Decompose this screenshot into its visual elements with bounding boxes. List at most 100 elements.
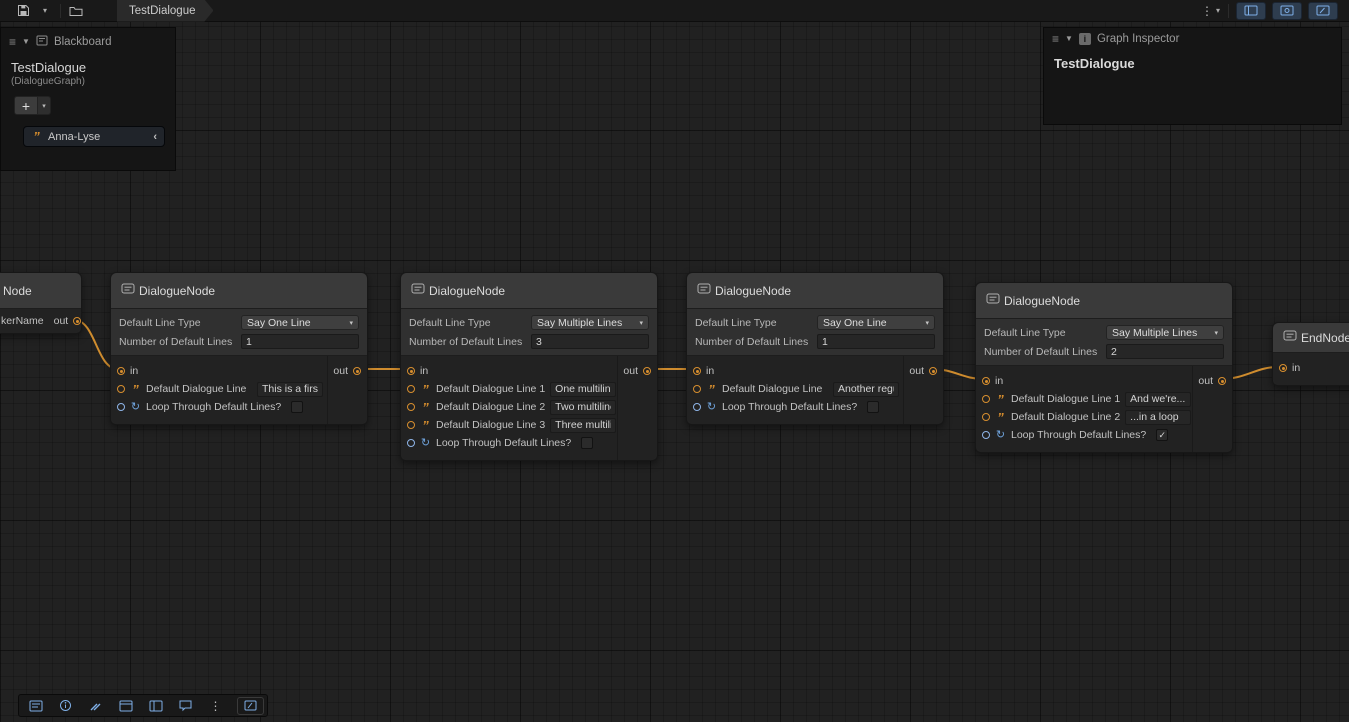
node-title: EndNode [1301, 331, 1349, 345]
blackboard-toggle-button[interactable] [1236, 2, 1266, 20]
line-type-dropdown[interactable]: Say Multiple Lines ▾ [531, 315, 649, 330]
inspector-toggle-button[interactable] [1272, 2, 1302, 20]
node-header[interactable]: DialogueNode [976, 283, 1232, 319]
loop-checkbox[interactable] [581, 437, 593, 449]
quote-icon: ” [995, 411, 1006, 424]
line-count-field[interactable] [531, 334, 649, 349]
save-button[interactable] [13, 2, 33, 20]
dialogue-line-label: Default Dialogue Line 2 [436, 401, 545, 413]
out-port-label: out [909, 365, 924, 377]
in-port[interactable] [407, 367, 415, 375]
out-port[interactable] [1218, 377, 1226, 385]
dropdown-caret-icon: ▾ [639, 319, 643, 327]
add-property-dropdown[interactable]: ▾ [38, 96, 51, 115]
console-button[interactable] [22, 697, 49, 715]
blackboard-item[interactable]: ” Anna-Lyse ‹ [23, 126, 165, 147]
quote-icon: ” [420, 401, 431, 414]
quote-icon: ” [995, 393, 1006, 406]
node-header[interactable]: EndNode [1273, 323, 1349, 353]
window-button[interactable] [112, 697, 139, 715]
dialogue-line-port[interactable] [982, 413, 990, 421]
more-button[interactable]: ⋮ [202, 697, 229, 715]
dialogue-node-1[interactable]: DialogueNode Default Line Type Say One L… [110, 272, 368, 425]
dialogue-node-2[interactable]: DialogueNode Default Line Type Say Multi… [400, 272, 658, 461]
blackboard-button[interactable] [142, 697, 169, 715]
line-count-field[interactable] [1106, 344, 1224, 359]
in-port[interactable] [693, 367, 701, 375]
more-menu-button[interactable]: ⋮ ▾ [1198, 2, 1223, 20]
dialogue-line-port[interactable] [407, 403, 415, 411]
out-port[interactable] [929, 367, 937, 375]
console-icon [29, 700, 43, 712]
out-port-label: out [54, 315, 69, 327]
breadcrumb[interactable]: TestDialogue [117, 0, 213, 22]
loop-port[interactable] [407, 439, 415, 447]
drag-handle-icon[interactable]: ≡ [9, 36, 16, 48]
end-node[interactable]: EndNode in [1272, 322, 1349, 386]
line-count-field[interactable] [241, 334, 359, 349]
foldout-icon[interactable]: ▼ [1065, 35, 1073, 43]
line-type-dropdown[interactable]: Say One Line ▾ [241, 315, 359, 330]
loop-label: Loop Through Default Lines? [146, 401, 281, 413]
line-count-label: Number of Default Lines [695, 336, 817, 348]
dialogue-line-field[interactable] [1125, 392, 1191, 407]
dialogue-node-3[interactable]: DialogueNode Default Line Type Say One L… [686, 272, 944, 425]
loop-checkbox[interactable] [867, 401, 879, 413]
line-type-dropdown[interactable]: Say One Line ▾ [817, 315, 935, 330]
dialogue-line-port[interactable] [982, 395, 990, 403]
dialogue-node-icon [411, 283, 422, 298]
out-port[interactable] [353, 367, 361, 375]
quote-icon: ” [706, 383, 717, 396]
foldout-icon[interactable]: ▼ [22, 38, 30, 46]
out-port-label: out [623, 365, 638, 377]
line-type-dropdown[interactable]: Say Multiple Lines ▾ [1106, 325, 1224, 340]
dialogue-line-port[interactable] [117, 385, 125, 393]
out-port[interactable] [643, 367, 651, 375]
dialogue-node-4[interactable]: DialogueNode Default Line Type Say Multi… [975, 282, 1233, 453]
tools-button[interactable] [82, 697, 109, 715]
line-count-field[interactable] [817, 334, 935, 349]
folder-icon [69, 5, 83, 17]
dialogue-line-field[interactable] [550, 382, 616, 397]
dialogue-line-port[interactable] [407, 385, 415, 393]
out-port[interactable] [73, 317, 81, 325]
inspector-button[interactable] [52, 697, 79, 715]
node-header[interactable]: DialogueNode [401, 273, 657, 309]
in-port[interactable] [1279, 364, 1287, 372]
loop-port[interactable] [693, 403, 701, 411]
add-property-button[interactable]: + [14, 96, 38, 115]
node-header[interactable]: Node [0, 273, 81, 309]
dialogue-line-port[interactable] [693, 385, 701, 393]
start-node[interactable]: Node kerName out [0, 272, 82, 334]
dialogue-line-field[interactable] [550, 400, 616, 415]
blackboard-panel-icon [1244, 5, 1258, 16]
more-icon: ⋮ [1201, 5, 1213, 17]
open-asset-button[interactable] [66, 2, 86, 20]
node-header[interactable]: DialogueNode [111, 273, 367, 309]
loop-icon: ↻ [420, 438, 431, 449]
dialogue-line-field[interactable] [1125, 410, 1191, 425]
code-panel-button[interactable] [237, 697, 264, 715]
dialogue-line-field[interactable] [550, 418, 616, 433]
dialogue-line-field[interactable] [257, 382, 323, 397]
dialogue-preview-button[interactable] [172, 697, 199, 715]
node-header[interactable]: DialogueNode [687, 273, 943, 309]
preview-toggle-button[interactable] [1308, 2, 1338, 20]
loop-port[interactable] [117, 403, 125, 411]
in-port[interactable] [982, 377, 990, 385]
dialogue-line-label: Default Dialogue Line 3 [436, 419, 545, 431]
dialogue-line-label: Default Dialogue Line [146, 383, 246, 395]
blackboard-panel: ≡ ▼ Blackboard TestDialogue (DialogueGra… [0, 27, 176, 171]
in-port[interactable] [117, 367, 125, 375]
collapse-icon[interactable]: ‹ [153, 131, 157, 143]
save-dropdown-button[interactable]: ▾ [35, 2, 55, 20]
dialogue-line-field[interactable] [833, 382, 899, 397]
speech-bubble-icon [179, 700, 193, 712]
caret-icon: ▾ [1216, 7, 1220, 15]
dialogue-line-port[interactable] [407, 421, 415, 429]
info-icon: i [1079, 33, 1091, 45]
loop-checkbox[interactable]: ✓ [1156, 429, 1168, 441]
loop-port[interactable] [982, 431, 990, 439]
loop-checkbox[interactable] [291, 401, 303, 413]
drag-handle-icon[interactable]: ≡ [1052, 33, 1059, 45]
